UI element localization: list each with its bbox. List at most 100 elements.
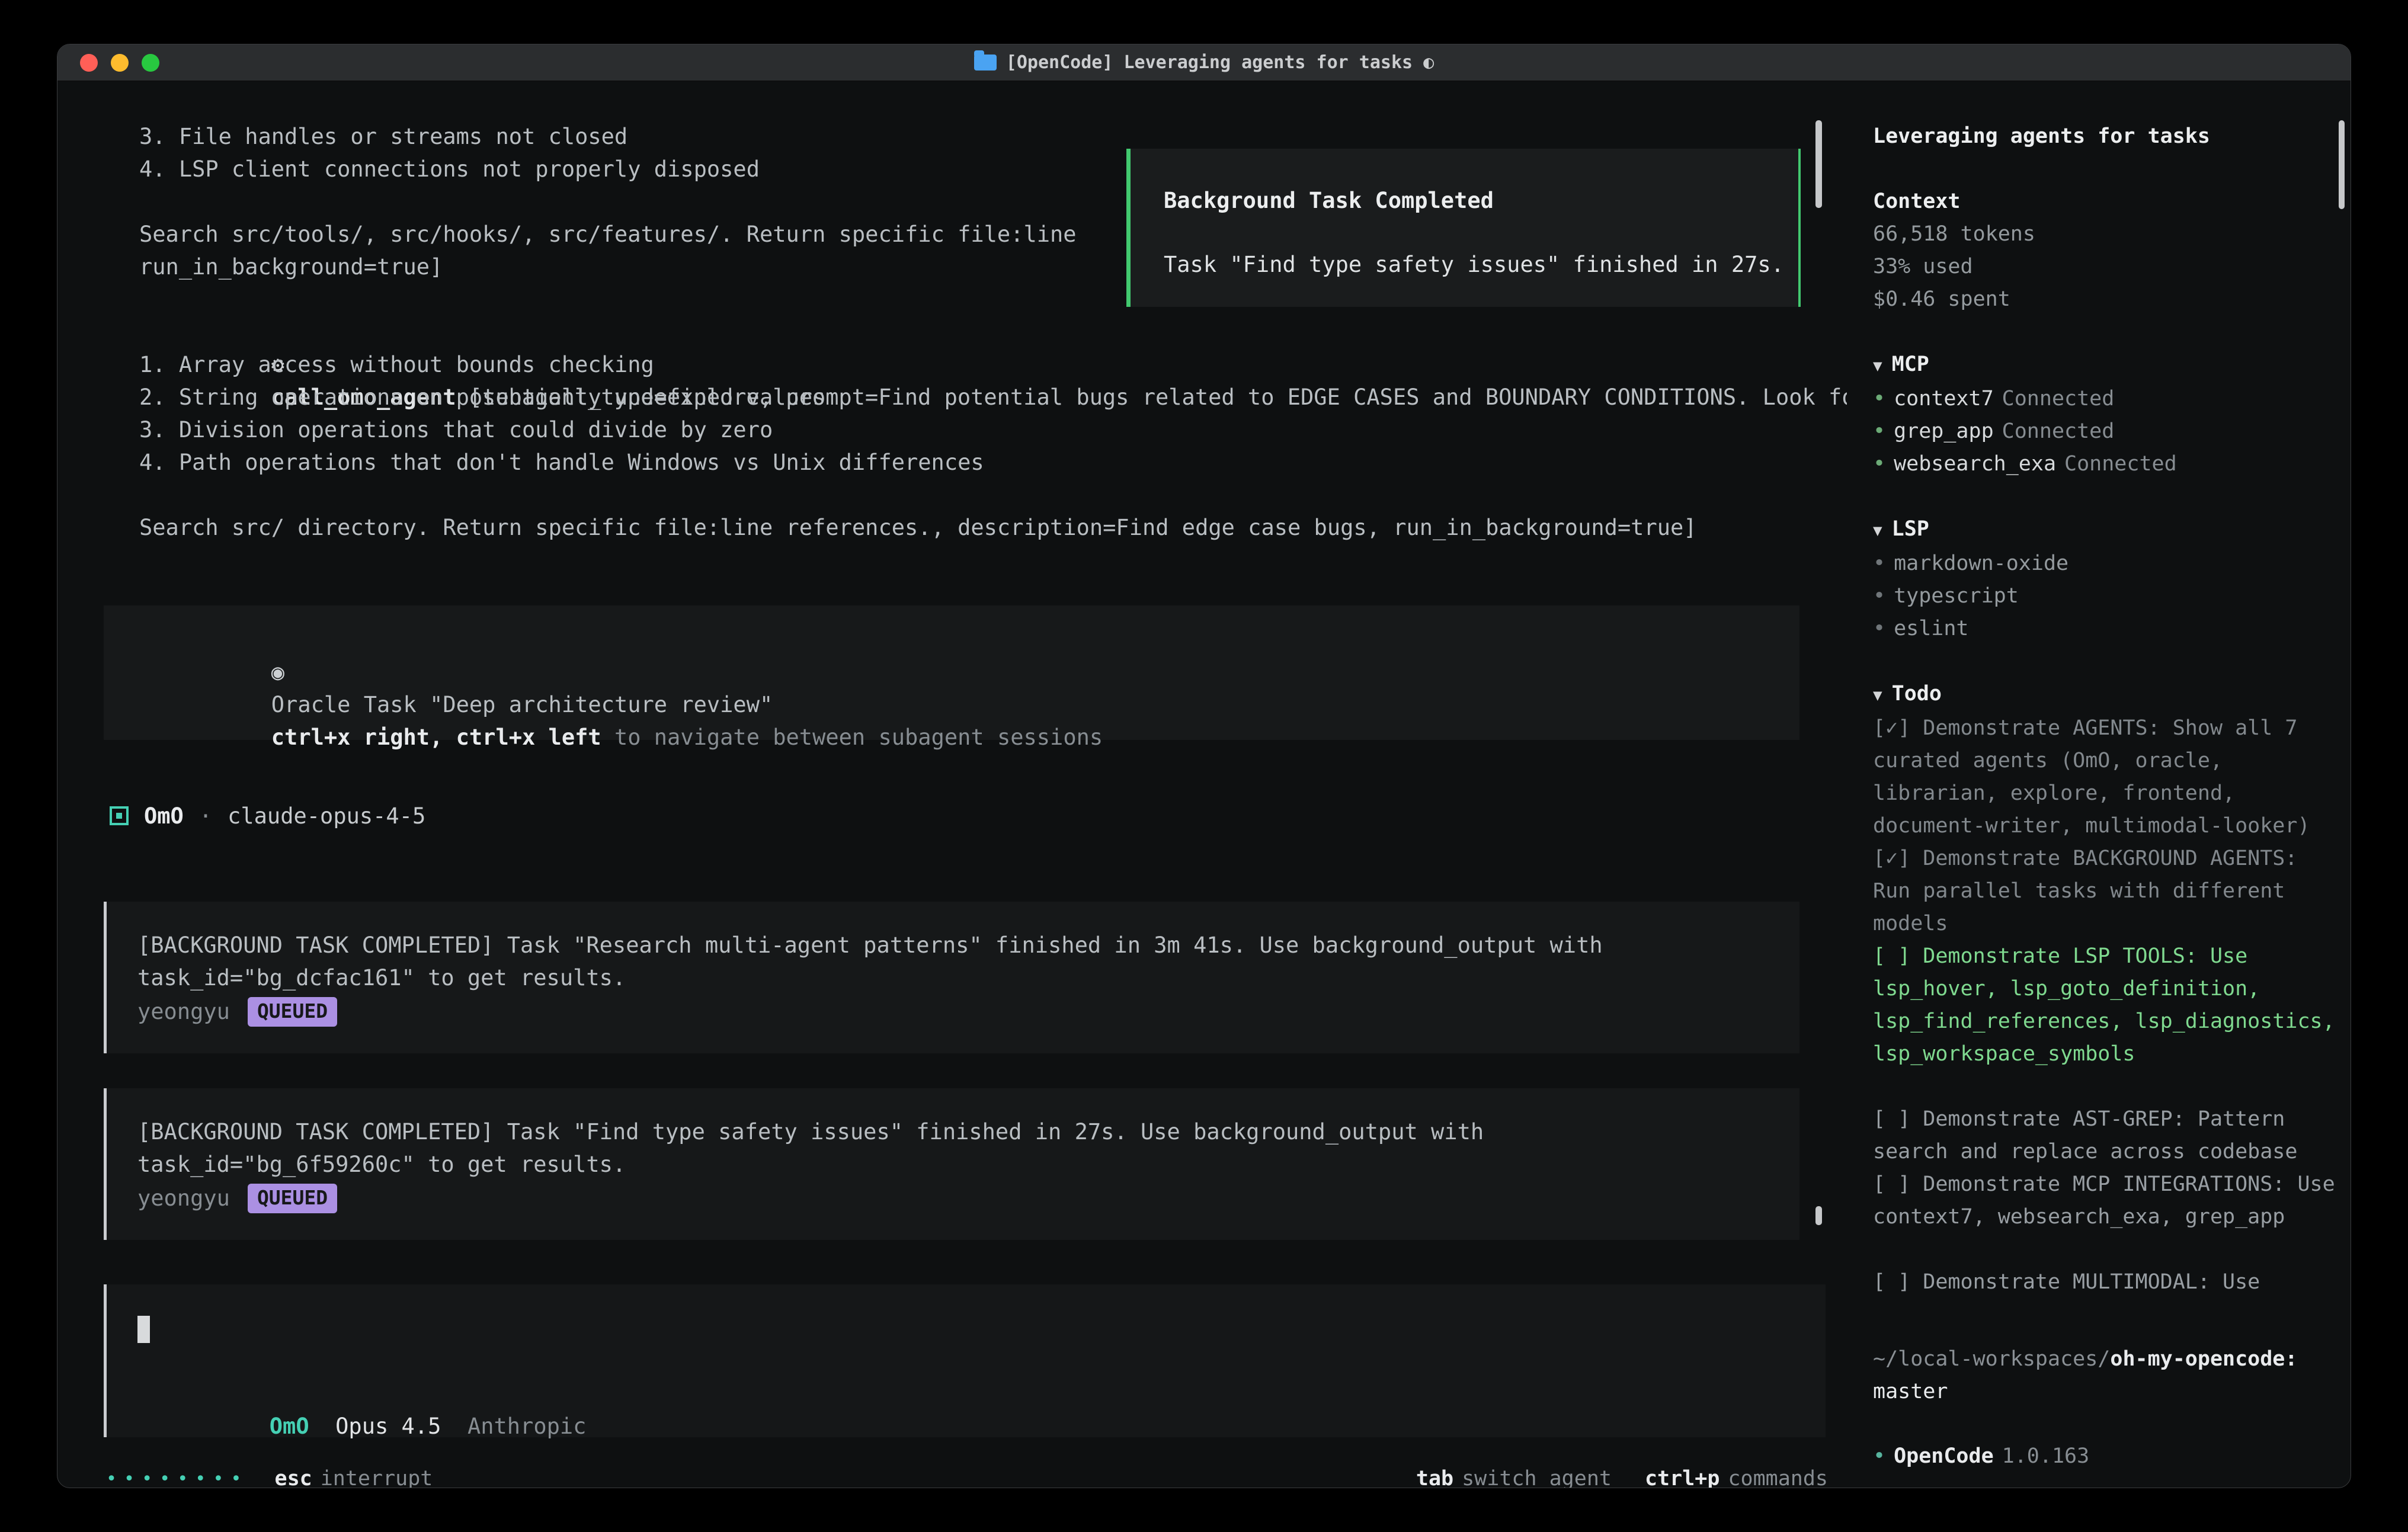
mcp-server-status: Connected [2002,387,2115,411]
commands-action-label: commands [1728,1467,1828,1488]
bullet-icon: • [1873,552,1885,575]
prompt-input[interactable]: OmO Opus 4.5 Anthropic [104,1284,1826,1437]
esc-key-label: esc [275,1467,312,1488]
message-line: task_id="bg_6f59260c" to get results. [137,1148,1799,1181]
tab-key-label: tab [1416,1467,1453,1488]
chat-area: 3. File handles or streams not closed 4.… [57,81,1847,1488]
working-spinner-dots: •••••••• [106,1469,249,1489]
mcp-item: •websearch_exaConnected [1873,448,2339,480]
bullet-icon: • [1873,1444,1885,1468]
ctrlp-key-label: ctrl+p [1645,1467,1719,1488]
minimize-button[interactable] [111,54,129,72]
sidebar-scrollbar-thumb[interactable] [2339,120,2345,209]
titlebar: [OpenCode] Leveraging agents for tasks ◐ [57,44,2351,81]
shortcut-keys: ctrl+x right, ctrl+x left [271,725,601,750]
context-tokens: 66,518 tokens [1873,218,2339,251]
todo-heading-label: Todo [1892,682,1942,706]
background-task-toast: Background Task Completed Task "Find typ… [1126,149,1801,307]
mcp-section-heading[interactable]: ▼ MCP [1873,348,2339,383]
agent-header: OmO · claude-opus-4-5 [110,799,1847,832]
agent-square-icon [110,806,129,825]
chevron-down-icon: ▼ [1873,687,1882,704]
lsp-item: • markdown-oxide [1873,547,2339,580]
input-provider-name: Anthropic [467,1414,586,1439]
chevron-down-icon: ▼ [1873,522,1882,540]
message-author: yeongyu [137,994,230,1030]
spacer [1873,153,2339,185]
esc-hint: esc interrupt [275,1467,433,1488]
mcp-server-name: grep_app [1894,419,1994,443]
chevron-down-icon: ▼ [1873,357,1882,375]
bullet-icon: • [1873,419,1885,443]
oracle-subagent-panel[interactable]: ◉ Oracle Task "Deep architecture review"… [104,605,1799,740]
app-name: OpenCode [1894,1444,1994,1468]
tool-call-line: ⚙ call_omo_agent[subagent_type=explore, … [139,316,1847,348]
close-button[interactable] [80,54,98,72]
bullet-icon: • [1873,584,1885,608]
shortcut-description: to navigate between subagent sessions [601,725,1103,750]
queued-message: [BACKGROUND TASK COMPLETED] Task "Resear… [104,902,1799,1053]
oracle-panel-title-line: ◉ Oracle Task "Deep architecture review" [139,623,1799,656]
workspace-repo: oh-my-opencode: [2110,1347,2297,1371]
mcp-server-status: Connected [2064,452,2177,476]
chat-scrollbar-end-marker[interactable] [1815,1206,1822,1225]
oracle-session-icon: ◉ [271,659,284,685]
spacer-line [139,656,1799,688]
session-title: Leveraging agents for tasks [1873,120,2339,153]
message-line: task_id="bg_dcfac161" to get results. [137,961,1799,994]
input-agent-name: OmO [270,1414,309,1439]
log-line: 3. Division operations that could divide… [139,414,1847,446]
spacer [1873,645,2339,678]
agent-name: OmO [144,803,184,829]
toast-body: Task "Find type safety issues" finished … [1164,248,1798,281]
todo-item-pending: [ ] Demonstrate AST-GREP: Pattern search… [1873,1103,2339,1168]
log-line [139,479,1847,511]
lsp-server-name: markdown-oxide [1894,552,2068,575]
tab-action-label: switch agent [1462,1467,1612,1488]
todo-item-done: [✓] Demonstrate BACKGROUND AGENTS: Run p… [1873,842,2339,940]
message-line: [BACKGROUND TASK COMPLETED] Task "Find t… [137,1116,1799,1148]
lsp-server-name: typescript [1894,584,2019,608]
todo-item-pending: [ ] Demonstrate MULTIMODAL: Use [1873,1266,2339,1299]
lsp-section-heading[interactable]: ▼ LSP [1873,513,2339,547]
agent-separator: · [199,803,212,829]
context-used: 33% used [1873,251,2339,283]
todo-item-done: [✓] Demonstrate AGENTS: Show all 7 curat… [1873,712,2339,842]
message-line: [BACKGROUND TASK COMPLETED] Task "Resear… [137,929,1799,961]
mcp-heading-label: MCP [1892,352,1929,376]
bullet-icon: • [1873,617,1885,640]
message-meta-row: yeongyu QUEUED [137,1181,1799,1216]
oracle-task-title: Oracle Task "Deep architecture review" [271,692,773,717]
commands-hint: ctrl+p commands [1645,1467,1828,1488]
message-meta-row: yeongyu QUEUED [137,994,1799,1030]
text-cursor [137,1316,150,1343]
lsp-heading-label: LSP [1892,517,1929,541]
lsp-item: • typescript [1873,580,2339,613]
chat-scrollbar-thumb[interactable] [1815,120,1822,208]
agent-model: claude-opus-4-5 [228,803,425,829]
message-author: yeongyu [137,1181,230,1216]
mcp-server-name: websearch_exa [1894,452,2056,476]
status-bar: •••••••• esc interrupt tab switch agent … [57,1463,1847,1489]
context-spent: $0.46 spent [1873,283,2339,316]
opencode-window: [OpenCode] Leveraging agents for tasks ◐… [57,44,2351,1488]
mcp-item: •context7Connected [1873,383,2339,415]
git-branch: master [1873,1376,2339,1408]
log-line: 1. Array access without bounds checking [139,348,1847,381]
lsp-item: • eslint [1873,613,2339,645]
statusbar-right: tab switch agent ctrl+p commands [1416,1467,1828,1488]
input-model-name: Opus 4.5 [335,1414,441,1439]
status-badge: QUEUED [248,1184,337,1213]
window-title-text: [OpenCode] Leveraging agents for tasks ◐ [1006,52,1434,73]
zoom-button[interactable] [142,54,159,72]
app-version-row: •OpenCode1.0.163 [1873,1440,2339,1473]
traffic-lights [80,54,159,72]
window-title: [OpenCode] Leveraging agents for tasks ◐ [974,52,1434,73]
todo-section-heading[interactable]: ▼ Todo [1873,678,2339,712]
queued-message: [BACKGROUND TASK COMPLETED] Task "Find t… [104,1088,1799,1240]
lsp-server-name: eslint [1894,617,1968,640]
log-line: 4. Path operations that don't handle Win… [139,446,1847,479]
mcp-item: •grep_appConnected [1873,415,2339,448]
workspace-dir: ~/local-workspaces/ [1873,1347,2110,1371]
status-badge: QUEUED [248,997,337,1027]
